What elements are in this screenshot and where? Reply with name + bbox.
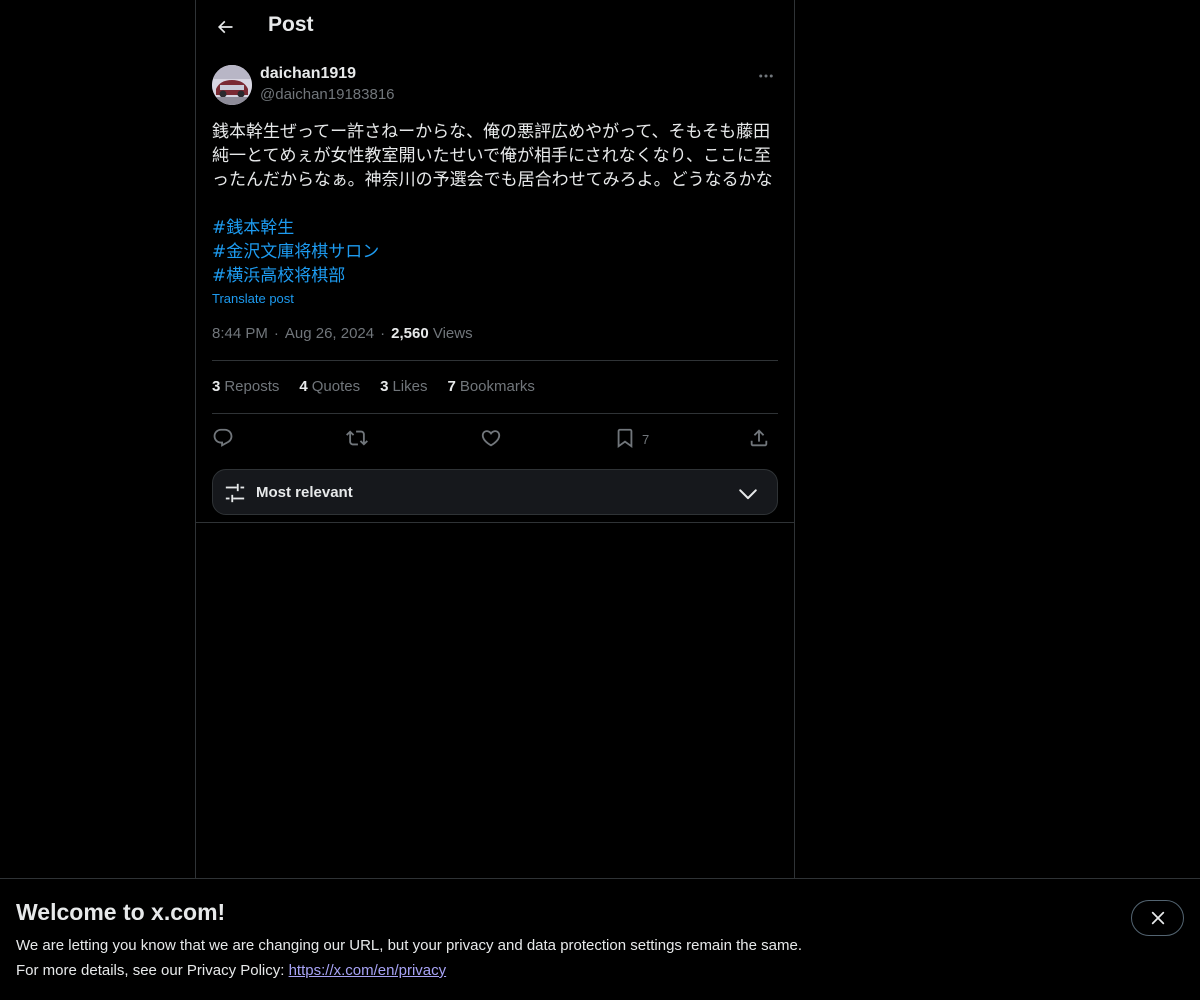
reply-sort-dropdown[interactable]: Most relevant [212, 469, 778, 515]
reply-button[interactable] [212, 423, 234, 453]
engagement-stats: 3 Reposts 4 Quotes 3 Likes 7 Bookmarks [212, 378, 535, 395]
heart-icon [481, 430, 501, 447]
privacy-policy-link[interactable]: https://x.com/en/privacy [289, 962, 447, 979]
arrow-left-icon [217, 20, 233, 34]
close-banner-button[interactable] [1131, 900, 1184, 936]
hashtag-link[interactable]: #横浜高校将棋部 [212, 264, 379, 288]
repost-button[interactable] [346, 423, 368, 453]
hashtag-list: #銭本幹生 #金沢文庫将棋サロン #横浜高校将棋部 [212, 216, 379, 288]
stat-label: Likes [392, 378, 428, 395]
page-header: Post [196, 0, 794, 54]
sort-label: Most relevant [256, 484, 353, 501]
avatar[interactable] [212, 65, 252, 105]
hashtag-link[interactable]: #金沢文庫将棋サロン [212, 240, 379, 264]
back-button[interactable] [208, 10, 242, 44]
banner-message: We are letting you know that we are chan… [16, 937, 802, 954]
bookmark-icon [617, 428, 633, 449]
post-author: daichan1919 @daichan19183816 [212, 64, 778, 108]
post-date[interactable]: Aug 26, 2024 [285, 325, 374, 342]
author-handle[interactable]: @daichan19183816 [260, 86, 395, 103]
avatar-image [212, 65, 252, 105]
stat-quotes[interactable]: 4 Quotes [299, 378, 360, 395]
bookmark-button[interactable]: 7 [614, 423, 649, 453]
chevron-down-icon [739, 489, 757, 500]
views-count: 2,560 [391, 325, 429, 342]
banner-privacy-prefix: For more details, see our Privacy Policy… [16, 962, 289, 979]
separator-dot: · [380, 325, 386, 342]
divider [212, 413, 778, 414]
sliders-icon [225, 483, 245, 503]
more-options-button[interactable] [754, 64, 778, 88]
banner-title: Welcome to x.com! [16, 899, 226, 925]
close-icon [1151, 911, 1164, 925]
author-display-name[interactable]: daichan1919 [260, 65, 356, 83]
stat-count: 4 [299, 378, 308, 395]
stat-label: Bookmarks [459, 378, 535, 395]
more-horizontal-icon [759, 74, 773, 78]
hashtag-link[interactable]: #銭本幹生 [212, 216, 379, 240]
divider [212, 360, 778, 361]
page-title: Post [268, 13, 314, 36]
post-text: 銭本幹生ぜってー許さねーからな、俺の悪評広めやがって、そもそも藤田純一とてめぇが… [212, 122, 773, 190]
stat-label: Quotes [311, 378, 361, 395]
like-button[interactable] [480, 423, 502, 453]
action-bar: 7 [212, 423, 778, 453]
stat-reposts[interactable]: 3 Reposts [212, 378, 279, 395]
banner-privacy-line: For more details, see our Privacy Policy… [16, 962, 446, 979]
stat-likes[interactable]: 3 Likes [380, 378, 427, 395]
share-icon [750, 429, 768, 447]
views-label: Views [432, 325, 473, 342]
post-column: Post daichan1919 @daichan19183816 銭本幹生ぜっ… [195, 0, 795, 878]
stat-count: 3 [212, 378, 221, 395]
bookmark-count: 7 [642, 432, 650, 447]
share-button[interactable] [748, 423, 770, 453]
repost-icon [346, 430, 368, 446]
welcome-banner: Welcome to x.com! We are letting you kno… [0, 878, 1200, 1000]
stat-bookmarks[interactable]: 7 Bookmarks [447, 378, 534, 395]
post-time[interactable]: 8:44 PM [212, 325, 268, 342]
divider [196, 522, 794, 523]
reply-icon [213, 428, 233, 447]
separator-dot: · [273, 325, 279, 342]
stat-count: 7 [447, 378, 456, 395]
stat-label: Reposts [224, 378, 280, 395]
post-meta: 8:44 PM · Aug 26, 2024 · 2,560 Views [212, 325, 473, 342]
translate-post-link[interactable]: Translate post [212, 291, 294, 306]
stat-count: 3 [380, 378, 389, 395]
